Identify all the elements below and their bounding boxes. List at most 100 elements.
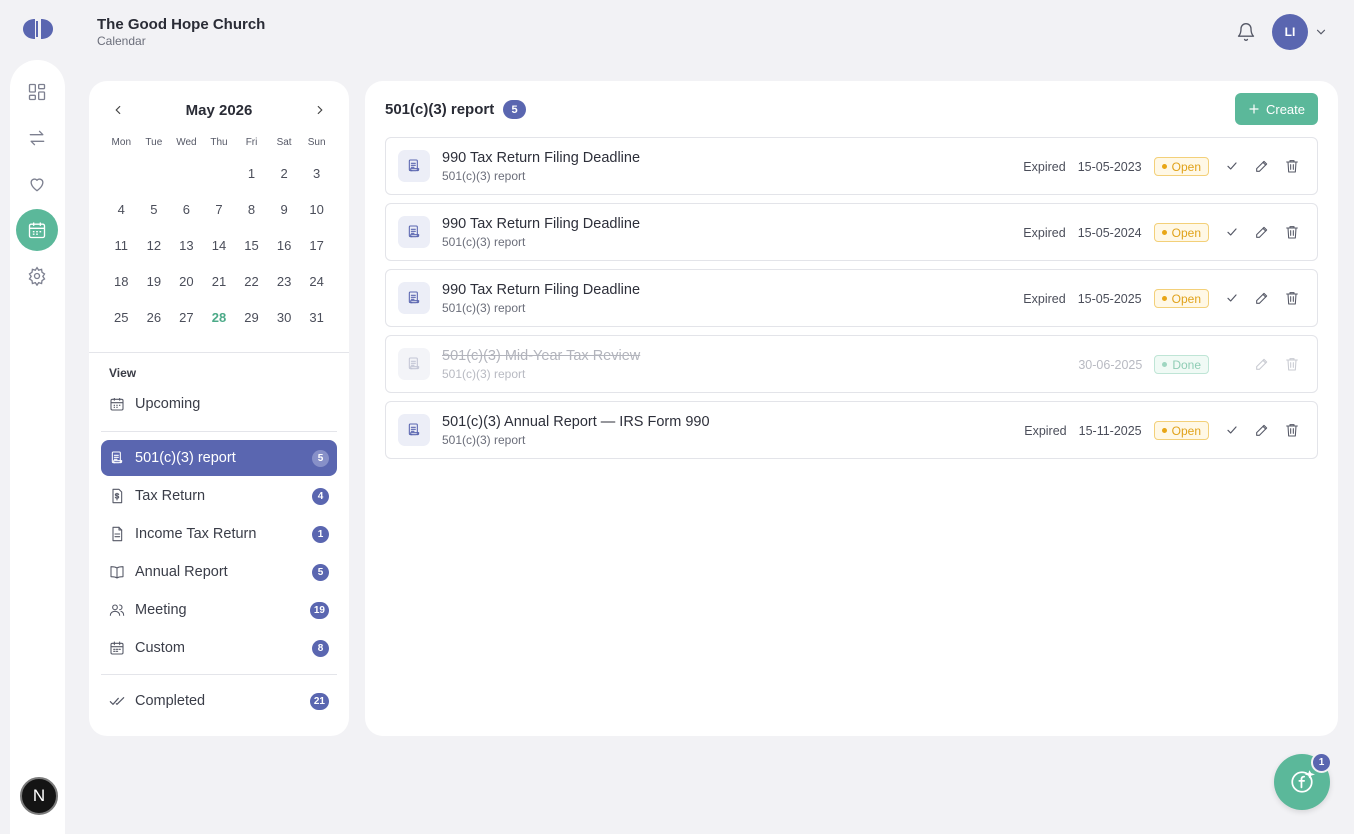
calendar-day[interactable]: 9 <box>268 191 301 227</box>
transfer-icon[interactable] <box>16 117 58 159</box>
calendar-day[interactable]: 23 <box>268 263 301 299</box>
calendar-day[interactable]: 25 <box>105 299 138 335</box>
scroll-icon <box>398 150 430 182</box>
event-row[interactable]: 990 Tax Return Filing Deadline 501(c)(3) … <box>385 203 1318 261</box>
calendar-day[interactable]: 30 <box>268 299 301 335</box>
check-icon[interactable] <box>1224 224 1240 240</box>
calendar-day-today[interactable]: 28 <box>203 299 236 335</box>
calendar-day[interactable]: 5 <box>138 191 171 227</box>
view-category-item[interactable]: 501(c)(3) report 5 <box>101 440 337 476</box>
event-row[interactable]: 990 Tax Return Filing Deadline 501(c)(3) … <box>385 137 1318 195</box>
calendar-day[interactable]: 13 <box>170 227 203 263</box>
view-category-label: Meeting <box>135 602 187 618</box>
scroll-icon <box>398 414 430 446</box>
view-category-count: 19 <box>309 602 329 619</box>
view-completed[interactable]: Completed 21 <box>101 683 337 719</box>
calendar-empty-cell <box>138 155 171 191</box>
view-category-label: Income Tax Return <box>135 526 257 542</box>
edit-icon[interactable] <box>1254 422 1270 438</box>
calendar-day[interactable]: 11 <box>105 227 138 263</box>
event-date: 30-06-2025 <box>1078 357 1143 372</box>
status-badge: Open <box>1153 421 1209 440</box>
workspace-avatar[interactable]: N <box>20 777 58 815</box>
double-check-icon <box>109 693 125 709</box>
calendar-day[interactable]: 4 <box>105 191 138 227</box>
edit-icon[interactable] <box>1254 158 1270 174</box>
trash-icon[interactable] <box>1284 422 1300 438</box>
calendar-day[interactable]: 24 <box>300 263 333 299</box>
create-button-label: Create <box>1265 101 1306 117</box>
calendar-icon <box>109 640 125 656</box>
event-meta: Expired 15-05-2025 Open <box>1023 289 1209 308</box>
trash-icon[interactable] <box>1284 356 1300 372</box>
trash-icon[interactable] <box>1284 158 1300 174</box>
calendar-day[interactable]: 31 <box>300 299 333 335</box>
calendar-icon[interactable] <box>16 209 58 251</box>
view-category-label: 501(c)(3) report <box>135 450 236 466</box>
check-icon[interactable] <box>1224 290 1240 306</box>
calendar-day[interactable]: 26 <box>138 299 171 335</box>
edit-icon[interactable] <box>1254 356 1270 372</box>
check-icon[interactable] <box>1224 422 1240 438</box>
gear-icon[interactable] <box>16 255 58 297</box>
calendar-day[interactable]: 10 <box>300 191 333 227</box>
trash-icon[interactable] <box>1284 224 1300 240</box>
view-category-item[interactable]: Meeting 19 <box>101 592 337 628</box>
view-category-item[interactable]: Custom 8 <box>101 630 337 666</box>
heart-icon[interactable] <box>16 163 58 205</box>
dashboard-icon[interactable] <box>16 71 58 113</box>
create-button[interactable]: Create <box>1235 93 1318 125</box>
calendar-day[interactable]: 29 <box>235 299 268 335</box>
view-category-item[interactable]: Tax Return 4 <box>101 478 337 514</box>
assistant-icon <box>1291 770 1315 793</box>
expired-label: Expired <box>1023 159 1066 174</box>
edit-icon[interactable] <box>1254 290 1270 306</box>
calendar-empty-cell <box>170 155 203 191</box>
status-badge: Done <box>1154 355 1209 374</box>
event-meta: Expired 15-05-2023 Open <box>1023 157 1209 176</box>
event-row[interactable]: 501(c)(3) Mid-Year Tax Review 501(c)(3) r… <box>385 335 1318 393</box>
calendar-day[interactable]: 3 <box>300 155 333 191</box>
event-title: 990 Tax Return Filing Deadline <box>442 150 641 166</box>
divider <box>89 352 349 353</box>
view-category-item[interactable]: Income Tax Return 1 <box>101 516 337 552</box>
edit-icon[interactable] <box>1254 224 1270 240</box>
calendar-day[interactable]: 6 <box>170 191 203 227</box>
calendar-day[interactable]: 2 <box>268 155 301 191</box>
weekday-label: Mon <box>111 137 131 148</box>
calendar-day[interactable]: 7 <box>203 191 236 227</box>
view-upcoming-label: Upcoming <box>135 396 201 412</box>
calendar-day[interactable]: 19 <box>138 263 171 299</box>
calendar-day[interactable]: 14 <box>203 227 236 263</box>
view-upcoming[interactable]: Upcoming <box>101 386 337 422</box>
bell-icon[interactable] <box>1236 22 1256 42</box>
view-category-item[interactable]: Annual Report 5 <box>101 554 337 590</box>
event-date: 15-11-2025 <box>1078 423 1142 438</box>
calendar-day[interactable]: 17 <box>300 227 333 263</box>
weekday-label: Sun <box>307 137 326 148</box>
app-logo-icon[interactable] <box>22 17 54 41</box>
calendar-day[interactable]: 1 <box>235 155 268 191</box>
event-title: 501(c)(3) Annual Report — IRS Form 990 <box>442 414 710 430</box>
calendar-day[interactable]: 15 <box>235 227 268 263</box>
calendar-day[interactable]: 27 <box>170 299 203 335</box>
check-icon[interactable] <box>1224 158 1240 174</box>
calendar-day[interactable]: 20 <box>170 263 203 299</box>
scroll-icon <box>398 282 430 314</box>
weekday-label: Thu <box>210 137 228 148</box>
organization-name: The Good Hope Church <box>97 16 266 33</box>
user-avatar[interactable]: LI <box>1272 14 1308 50</box>
view-category-count: 4 <box>312 488 329 505</box>
event-row[interactable]: 501(c)(3) Annual Report — IRS Form 990 50… <box>385 401 1318 459</box>
chevron-right-icon[interactable] <box>313 103 327 117</box>
chevron-down-icon[interactable] <box>1314 25 1328 39</box>
calendar-day[interactable]: 22 <box>235 263 268 299</box>
trash-icon[interactable] <box>1284 290 1300 306</box>
event-row[interactable]: 990 Tax Return Filing Deadline 501(c)(3) … <box>385 269 1318 327</box>
event-meta: 30-06-2025 Done <box>1078 355 1209 374</box>
calendar-day[interactable]: 8 <box>235 191 268 227</box>
calendar-day[interactable]: 16 <box>268 227 301 263</box>
calendar-day[interactable]: 21 <box>203 263 236 299</box>
calendar-day[interactable]: 18 <box>105 263 138 299</box>
calendar-day[interactable]: 12 <box>138 227 171 263</box>
